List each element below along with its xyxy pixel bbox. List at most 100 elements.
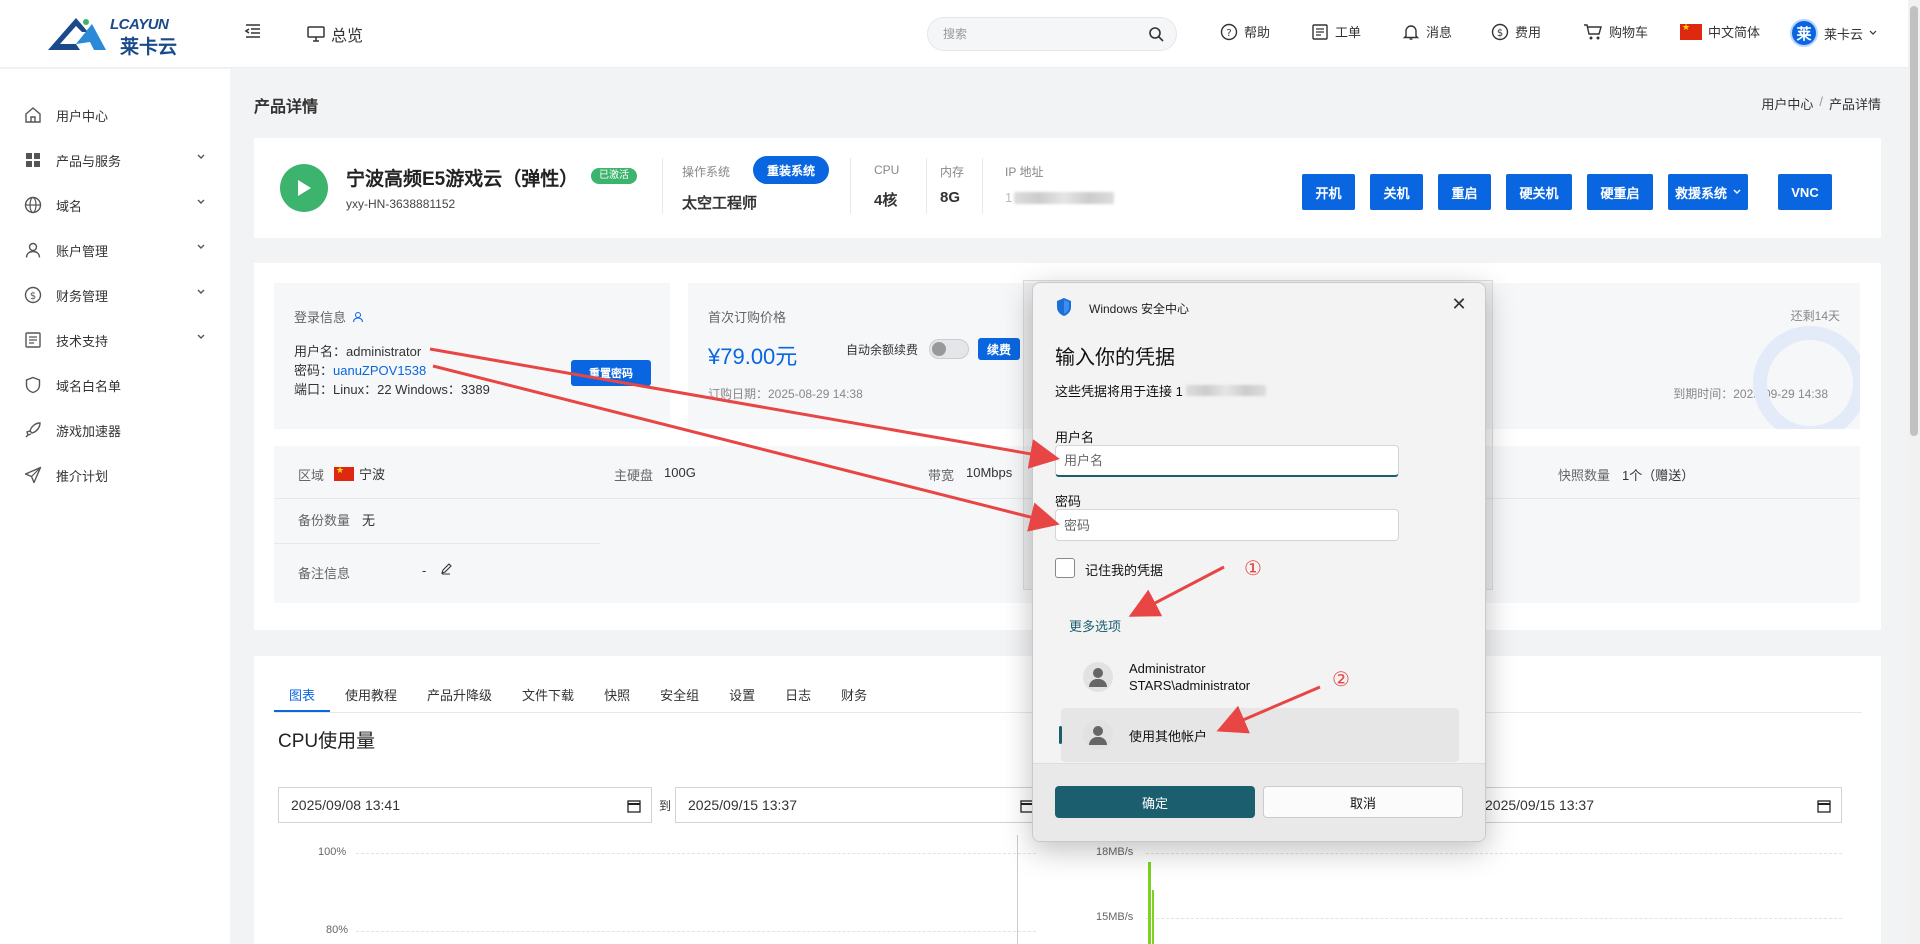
search-input[interactable] (928, 18, 1128, 50)
tab-chart[interactable]: 图表 (274, 682, 331, 712)
cpu-label: CPU (874, 163, 900, 177)
username-input[interactable] (1056, 446, 1398, 475)
calendar-icon[interactable] (1817, 799, 1831, 813)
sidebar-item-label: 财务管理 (56, 288, 109, 304)
tab-security-group[interactable]: 安全组 (645, 682, 714, 712)
edit-icon[interactable] (440, 563, 452, 575)
china-flag-icon (1680, 22, 1702, 40)
power-on-button[interactable]: 开机 (1302, 174, 1355, 210)
sidebar-item-user-center[interactable]: 用户中心 (24, 103, 206, 127)
product-header-card: 宁波高频E5游戏云（弹性） 已激活 yxy-HN-3638881152 操作系统… (254, 138, 1881, 238)
svg-text:$: $ (30, 291, 36, 302)
chart-title: CPU使用量 (278, 731, 376, 752)
close-icon[interactable]: ✕ (1447, 293, 1471, 317)
rescue-system-button[interactable]: 救援系统 (1668, 174, 1748, 210)
reboot-button[interactable]: 重启 (1438, 174, 1491, 210)
port-value: Linux：22 Windows：3389 (333, 382, 490, 397)
backup-label: 备份数量 (298, 513, 351, 528)
shutdown-button[interactable]: 关机 (1370, 174, 1423, 210)
host-blurred (1185, 385, 1266, 396)
help-link[interactable]: ? 帮助 (1220, 22, 1270, 41)
gridline (1146, 853, 1842, 854)
ticket-link[interactable]: 工单 (1311, 22, 1361, 41)
top-bar: LCAYUN 莱卡云 总览 ? 帮助 工单 消息 $ 费用 购物车 中文简体 莱… (0, 0, 1908, 68)
sidebar-item-whitelist[interactable]: 域名白名单 (24, 373, 206, 397)
tab-tutorial[interactable]: 使用教程 (330, 682, 412, 712)
account-info: Administrator STARS\administrator (1129, 660, 1250, 694)
scrollbar[interactable] (1908, 0, 1920, 944)
power-on-icon[interactable] (280, 164, 328, 212)
tab-finance[interactable]: 财务 (826, 682, 882, 712)
date-range-separator: 到 (659, 799, 672, 813)
account-administrator[interactable]: Administrator STARS\administrator (1061, 650, 1459, 704)
tab-download[interactable]: 文件下载 (507, 682, 589, 712)
vnc-button[interactable]: VNC (1778, 174, 1832, 210)
date-to-input-2[interactable]: 2025/09/15 13:37 (1472, 787, 1842, 823)
cart-link[interactable]: 购物车 (1583, 22, 1648, 41)
overview-label: 总览 (331, 28, 364, 45)
message-link[interactable]: 消息 (1402, 22, 1452, 41)
gridline (356, 853, 1036, 854)
product-name: 宁波高频E5游戏云（弹性） (346, 169, 579, 190)
breadcrumb-separator: / (1819, 94, 1823, 109)
tab-bar: 图表 使用教程 产品升降级 文件下载 快照 安全组 设置 日志 财务 (274, 682, 882, 712)
sidebar-item-account[interactable]: 账户管理 (24, 238, 206, 262)
traffic-spike (1148, 862, 1151, 944)
sidebar-item-products[interactable]: 产品与服务 (24, 148, 206, 172)
user-menu[interactable]: 莱 莱卡云 (1790, 19, 1877, 47)
china-flag-icon (334, 465, 354, 481)
sidebar-item-support[interactable]: 技术支持 (24, 328, 206, 352)
tab-snapshot[interactable]: 快照 (589, 682, 645, 712)
username-value: administrator (346, 344, 422, 359)
remember-credentials-checkbox[interactable] (1055, 558, 1075, 578)
sidebar-item-referral[interactable]: 推介计划 (24, 463, 206, 487)
calendar-icon[interactable] (627, 799, 641, 813)
chevron-down-icon (1869, 30, 1877, 35)
divider (982, 158, 983, 214)
ok-button[interactable]: 确定 (1055, 786, 1255, 818)
user-icon (24, 241, 42, 259)
password-input[interactable] (1056, 510, 1398, 540)
tab-upgrade[interactable]: 产品升降级 (412, 682, 507, 712)
account-use-other[interactable]: 使用其他帐户 (1059, 708, 1459, 762)
tab-settings[interactable]: 设置 (714, 682, 770, 712)
date-from-input[interactable]: 2025/09/08 13:41 (278, 787, 652, 823)
search-icon[interactable] (1148, 26, 1164, 42)
annotation-marker-1: ① (1244, 558, 1262, 580)
sidebar-item-accelerator[interactable]: 游戏加速器 (24, 418, 206, 442)
logo-text: LCAYUN (110, 16, 169, 33)
auto-renew-toggle[interactable] (929, 339, 969, 359)
y-tick-label: 100% (318, 846, 347, 858)
more-options-link[interactable]: 更多选项 (1069, 616, 1121, 635)
billing-label: 费用 (1515, 25, 1542, 40)
date-to-input[interactable]: 2025/09/15 13:37 (675, 787, 1045, 823)
billing-link[interactable]: $ 费用 (1491, 22, 1541, 41)
cancel-button[interactable]: 取消 (1263, 786, 1463, 818)
cart-label: 购物车 (1609, 25, 1649, 40)
reinstall-button[interactable]: 重装系统 (753, 156, 830, 184)
username-row: 用户名：administrator (294, 341, 421, 360)
logo[interactable]: LCAYUN 莱卡云 (46, 14, 186, 58)
breadcrumb-home[interactable]: 用户中心 (1761, 94, 1813, 113)
dialog-heading: 输入你的凭据 (1055, 347, 1175, 369)
dollar-icon: $ (24, 286, 42, 304)
sidebar-item-domain[interactable]: 域名 (24, 193, 206, 217)
chevron-down-icon (1733, 189, 1741, 194)
renew-button[interactable]: 续费 (978, 338, 1020, 360)
port-label: 端口： (294, 382, 334, 397)
overview-link[interactable]: 总览 (307, 22, 363, 46)
sidebar-item-finance[interactable]: $ 财务管理 (24, 283, 206, 307)
ip-blurred (1014, 191, 1115, 204)
hard-reboot-button[interactable]: 硬重启 (1587, 174, 1653, 210)
region-value: 宁波 (334, 464, 385, 483)
language-selector[interactable]: 中文简体 (1680, 22, 1760, 41)
password-value[interactable]: uanuZPOV1538 (333, 363, 426, 378)
reset-password-button[interactable]: 重置密码 (571, 360, 651, 386)
auto-renew-label: 自动余额续费 (846, 343, 919, 357)
collapse-sidebar-icon[interactable] (244, 22, 262, 40)
selection-indicator (1059, 726, 1062, 744)
hard-shutdown-button[interactable]: 硬关机 (1506, 174, 1572, 210)
scrollbar-thumb[interactable] (1910, 6, 1918, 436)
divider (850, 158, 851, 214)
tab-log[interactable]: 日志 (770, 682, 826, 712)
